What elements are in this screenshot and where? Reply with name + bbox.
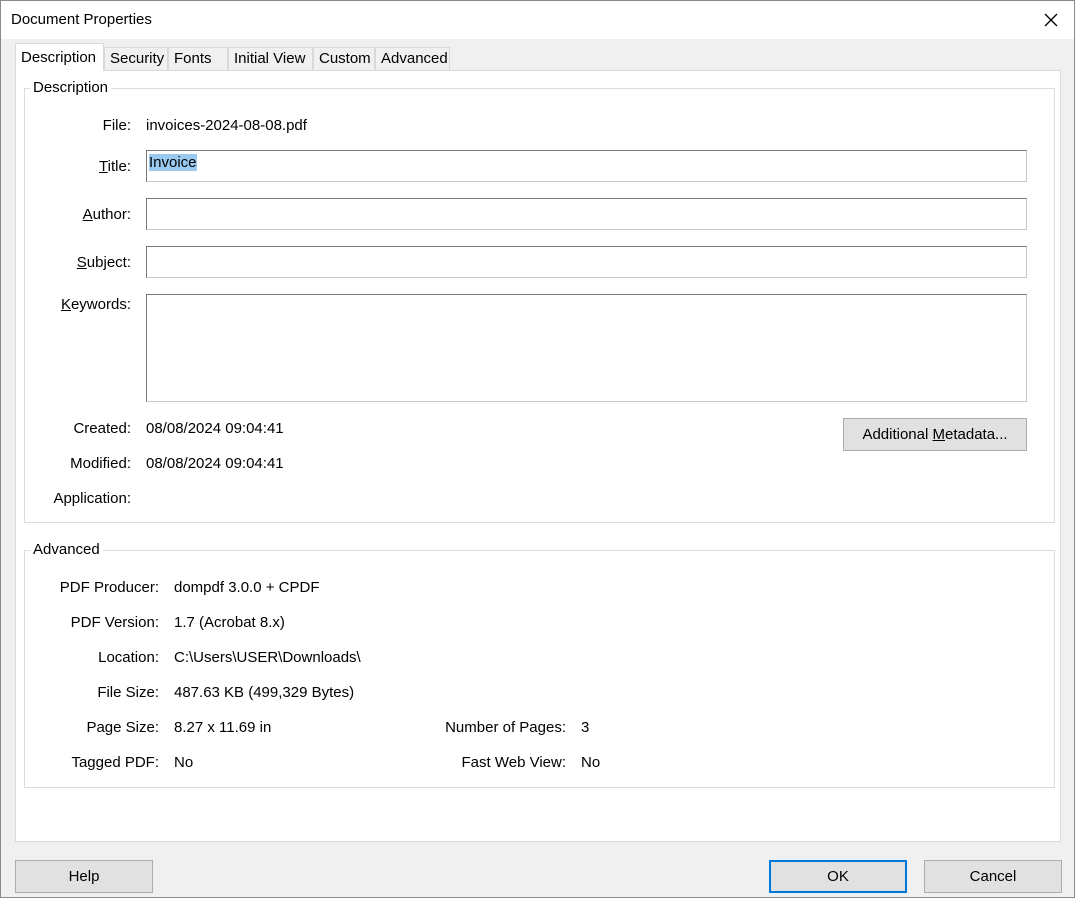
title-label: Title:: [99, 158, 131, 175]
description-legend: Description: [30, 79, 112, 96]
tab-initial-view[interactable]: Initial View: [228, 47, 313, 70]
tab-custom[interactable]: Custom: [313, 47, 375, 70]
created-value: 08/08/2024 09:04:41: [146, 420, 284, 437]
tagged-pdf-label: Tagged PDF:: [71, 754, 159, 771]
fast-web-view-value: No: [581, 754, 601, 771]
ok-button[interactable]: OK: [769, 860, 907, 893]
file-size-value: 487.63 KB (499,329 Bytes): [174, 684, 355, 701]
number-of-pages-label: Number of Pages:: [445, 719, 566, 736]
author-input[interactable]: [146, 198, 1027, 230]
number-of-pages-value: 3: [581, 719, 590, 736]
pdf-version-label: PDF Version:: [70, 614, 159, 631]
additional-metadata-button[interactable]: Additional Metadata...: [843, 418, 1027, 451]
created-label: Created:: [73, 420, 131, 437]
modified-label: Modified:: [70, 455, 131, 472]
help-button[interactable]: Help: [15, 860, 153, 893]
file-label: File:: [102, 117, 131, 134]
pdf-version-value: 1.7 (Acrobat 8.x): [174, 614, 285, 631]
close-icon: [1044, 13, 1058, 27]
page-size-label: Page Size:: [86, 719, 159, 736]
tab-security[interactable]: Security: [104, 47, 168, 70]
window-title: Document Properties: [11, 11, 152, 28]
tagged-pdf-value: No: [174, 754, 194, 771]
fast-web-view-label: Fast Web View:: [461, 754, 567, 771]
subject-input[interactable]: [146, 246, 1027, 278]
document-properties-dialog: Document Properties Description Security…: [0, 0, 1075, 898]
subject-label: Subject:: [76, 254, 131, 271]
application-label: Application:: [53, 490, 131, 507]
title-input-value: Invoice: [149, 154, 197, 171]
page-size-value: 8.27 x 11.69 in: [174, 719, 272, 736]
title-input[interactable]: Invoice: [146, 150, 1027, 182]
pdf-producer-value: dompdf 3.0.0 + CPDF: [174, 579, 320, 596]
location-value: C:\Users\USER\Downloads\: [174, 649, 361, 666]
modified-value: 08/08/2024 09:04:41: [146, 455, 284, 472]
tab-panel-description: Description File: invoices-2024-08-08.pd…: [15, 70, 1061, 842]
location-label: Location:: [98, 649, 159, 666]
pdf-producer-label: PDF Producer:: [59, 579, 159, 596]
keywords-label: Keywords:: [60, 296, 131, 313]
tab-description[interactable]: Description: [15, 43, 104, 71]
file-size-label: File Size:: [97, 684, 159, 701]
cancel-button[interactable]: Cancel: [924, 860, 1062, 893]
keywords-textarea[interactable]: [146, 294, 1027, 402]
title-bar: Document Properties: [1, 1, 1074, 39]
advanced-legend: Advanced: [30, 541, 103, 558]
author-label: Author:: [82, 206, 131, 223]
tab-fonts[interactable]: Fonts: [168, 47, 228, 70]
close-button[interactable]: [1028, 1, 1074, 39]
tab-advanced[interactable]: Advanced: [375, 47, 450, 70]
file-value: invoices-2024-08-08.pdf: [146, 117, 307, 134]
